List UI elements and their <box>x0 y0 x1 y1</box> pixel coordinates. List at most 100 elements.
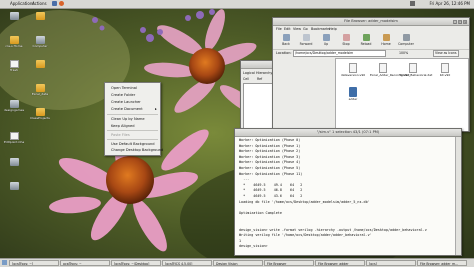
close-button[interactable]: × <box>463 20 467 24</box>
titlebar[interactable]: File Browser: adder_modelsim _ □ × <box>273 18 469 26</box>
titlebar[interactable]: "/sim.v" 1 selection 43/1 (07:1 PM) <box>235 129 461 137</box>
up-button[interactable]: Up <box>317 34 335 46</box>
file-item[interactable]: dataversion.v90 <box>340 63 366 77</box>
stop-icon <box>342 34 350 41</box>
menu-item-clean-up[interactable]: Clean Up by Name <box>111 117 145 121</box>
desktop-icon[interactable]: Editpoint.Chart (2).pdf <box>4 132 24 145</box>
menu-edit[interactable]: Edit <box>284 27 291 31</box>
terminal-line: * 4649.5 43.6 64 2 <box>239 194 303 198</box>
location-bar: Location: /home/ocs/Desktop/adder_models… <box>273 50 469 57</box>
menu-item-default-background[interactable]: Use Default Background <box>111 142 155 146</box>
taskbar-button[interactable]: File Browser <box>264 260 314 266</box>
desktop-icon[interactable] <box>4 158 24 167</box>
location-input[interactable]: /home/ocs/Desktop/adder_modelsim <box>293 50 386 57</box>
pdf-icon <box>9 132 19 140</box>
menu-view[interactable]: View <box>293 27 301 31</box>
terminal-line: Worker: Optimization (Phase 0) <box>239 138 301 142</box>
terminal-line: Worker: Optimization (Phase 5) <box>239 166 301 170</box>
taskbar-button[interactable]: File Browser: adder <box>315 260 365 266</box>
terminal-output[interactable]: Worker: Optimization (Phase 0) Worker: Op… <box>235 138 455 255</box>
taskbar-button[interactable]: ocs@ocs: ~ <box>60 260 110 266</box>
computer-icon <box>35 36 45 44</box>
terminal-line: * 4649.5 46.8 64 2 <box>239 188 303 193</box>
view-as-dropdown[interactable]: View as Icons <box>433 50 459 57</box>
panel-clock[interactable]: Fri Apr 26, 12:46 PM <box>429 1 470 6</box>
desktop-icon[interactable]: Computer <box>30 36 50 49</box>
minimize-button[interactable]: _ <box>453 20 457 24</box>
scrollbar[interactable] <box>455 137 461 255</box>
actions-menu[interactable]: Actions <box>32 1 47 6</box>
desktop-icon[interactable] <box>30 60 50 69</box>
terminal-line: * 4649.5 49.4 64 2 <box>239 182 303 187</box>
menu-item-change-background[interactable]: Change Desktop Background <box>111 148 163 152</box>
file-item[interactable]: Excel_Adder_Reconfig.v90 <box>370 63 409 77</box>
computer-icon <box>9 12 19 20</box>
folder-icon <box>35 60 45 68</box>
taskbar-button[interactable]: File Browser: adder_m... <box>417 260 467 266</box>
panel-launcher-icon[interactable] <box>52 1 57 6</box>
menu-bookmarks[interactable]: Bookmarks <box>311 27 330 31</box>
file-icon <box>349 63 357 73</box>
menu-item-create-folder[interactable]: Create Folder <box>111 93 135 97</box>
desktop-icon[interactable] <box>4 12 24 21</box>
applications-menu[interactable]: Applications <box>10 1 34 6</box>
home-folder-icon <box>9 36 19 44</box>
menu-file[interactable]: File <box>276 27 282 31</box>
forward-arrow-icon <box>302 34 310 41</box>
computer-icon <box>402 34 410 41</box>
network-icon <box>410 1 415 6</box>
trash-icon <box>9 60 19 68</box>
menu-item-keep-aligned[interactable]: Keep Aligned <box>111 124 135 128</box>
terminal-line: Loading db file '/home/ocs/Desktop/adder… <box>239 199 370 204</box>
top-panel: Applications Actions Fri Apr 26, 12:46 P… <box>0 0 474 9</box>
menu-item-create-launcher[interactable]: Create Launcher <box>111 100 141 104</box>
terminal-line: Worker: Optimization (Phase 2) <box>239 149 301 154</box>
home-button[interactable]: Home <box>377 34 395 46</box>
taskbar-button[interactable]: [ocs@ocs: ~/Desktop] <box>111 260 161 266</box>
desktop-icon[interactable] <box>30 12 50 21</box>
menubar: File Edit View Go Bookmarks Help <box>273 26 469 32</box>
toolbar: Back Forward Up Stop Reload Home Compute… <box>273 33 469 50</box>
back-button[interactable]: Back <box>277 34 295 46</box>
terminal-window: "/sim.v" 1 selection 43/1 (07:1 PM) Work… <box>234 128 462 256</box>
tab-cell[interactable]: Cell <box>243 77 249 81</box>
drive-icon <box>9 158 19 166</box>
desktop-icon[interactable]: ClassProjects <box>30 108 50 121</box>
show-desktop-icon[interactable] <box>2 260 7 265</box>
taskbar-button[interactable]: Design Vision <box>213 260 263 266</box>
menu-item-open-terminal[interactable]: Open Terminal <box>111 86 137 90</box>
desktop-icon[interactable]: Excel_data <box>30 84 50 97</box>
terminal-line: 1 <box>239 238 242 243</box>
computer-button[interactable]: Computer <box>397 34 415 46</box>
terminal-line: Worker: Optimization (Phase 4) <box>239 160 301 165</box>
back-arrow-icon <box>282 34 290 41</box>
taskbar-button[interactable]: [ocs@ICS 4.5.00] <box>162 260 212 266</box>
desktop-icon[interactable] <box>4 182 24 191</box>
forward-button[interactable]: Forward <box>297 34 315 46</box>
panel-browser-icon[interactable] <box>59 1 64 6</box>
desktop-icon[interactable]: Trash <box>4 60 24 73</box>
taskbar-button[interactable]: [ocs] <box>366 260 416 266</box>
file-item[interactable]: adder <box>340 87 366 101</box>
taskbar-button[interactable]: [ocs@ocs: ~] <box>9 260 59 266</box>
menu-separator <box>107 114 158 115</box>
reload-icon <box>362 34 370 41</box>
file-item[interactable]: bit.v90 <box>432 63 458 77</box>
location-label: Location: <box>276 51 292 55</box>
terminal-line: Worker: Optimization (Phase 1) <box>239 143 301 148</box>
file-browser-title: File Browser: adder_modelsim <box>344 19 398 23</box>
terminal-line: Optimization Complete <box>239 210 282 215</box>
file-list-area[interactable]: dataversion.v90 Excel_Adder_Reconfig.v90… <box>335 58 469 131</box>
stop-button[interactable]: Stop <box>337 34 355 46</box>
menu-separator <box>107 130 158 131</box>
tab-ref[interactable]: Ref <box>257 77 262 81</box>
maximize-button[interactable]: □ <box>458 20 462 24</box>
menu-go[interactable]: Go <box>303 27 308 31</box>
desktop-icon[interactable]: ros-s Home <box>4 36 24 49</box>
zoom-level[interactable]: 100% <box>399 51 408 55</box>
menu-item-create-document[interactable]: Create Document <box>111 107 143 111</box>
reload-button[interactable]: Reload <box>357 34 375 46</box>
menu-help[interactable]: Help <box>329 27 337 31</box>
desktop-icon[interactable]: designgames <box>4 100 24 113</box>
file-item[interactable]: Adder_Behavioral.dat <box>400 63 432 77</box>
